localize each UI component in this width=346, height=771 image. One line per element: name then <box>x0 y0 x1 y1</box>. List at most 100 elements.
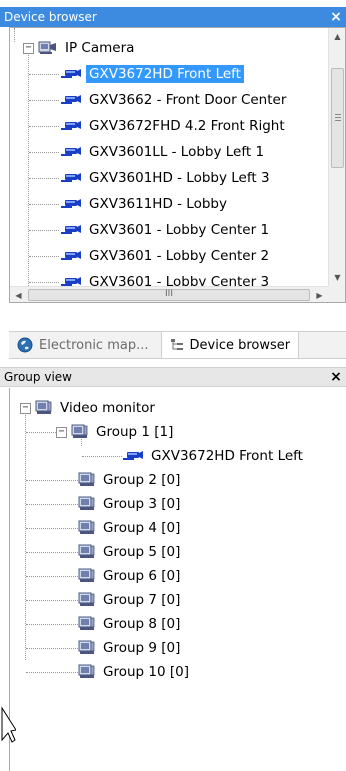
tree-node-video-monitor[interactable]: − Video monitor <box>20 396 158 420</box>
group-view-close-button[interactable]: × <box>329 370 343 384</box>
horizontal-scroll-thumb[interactable]: III <box>28 289 310 301</box>
ip-camera-icon <box>61 225 81 234</box>
group-tree: − Video monitor − Group 1 [1] GXV3672HD Fron… <box>9 388 346 771</box>
tree-node-group[interactable]: Group 8 [0] <box>78 612 183 636</box>
scrollbar-corner <box>328 286 345 302</box>
group-icon <box>78 568 95 582</box>
tree-connector <box>26 600 78 601</box>
scroll-left-arrow-icon[interactable]: ◀ <box>10 287 27 302</box>
video-monitor-icon <box>35 400 52 414</box>
tree-connector <box>26 504 78 505</box>
tree-node-group[interactable]: Group 6 [0] <box>78 564 183 588</box>
device-tree-panel: − IP Camera GXV3672HD Front Left GXV3662 - … <box>9 27 346 303</box>
tree-connector <box>26 624 78 625</box>
tree-connector <box>26 672 78 673</box>
tree-node-label: Group 8 [0] <box>103 616 181 632</box>
device-browser-titlebar: Device browser × <box>0 7 346 27</box>
tree-node-group-1[interactable]: − Group 1 [1] <box>56 420 176 444</box>
tree-connector <box>25 408 26 660</box>
camera-name: GXV3672HD Front Left <box>151 448 303 464</box>
tree-node-group[interactable]: Group 7 [0] <box>78 588 183 612</box>
tree-node-label: Group 7 [0] <box>103 592 181 608</box>
camera-name: GXV3672FHD 4.2 Front Right <box>89 118 285 134</box>
tree-connector <box>29 126 59 127</box>
group-camera-item[interactable]: GXV3672HD Front Left <box>122 444 306 468</box>
group-icon <box>78 640 95 654</box>
tree-connector <box>29 152 59 153</box>
tree-connector <box>29 230 59 231</box>
ip-camera-icon <box>61 69 81 78</box>
tree-connector <box>26 480 78 481</box>
tree-icon <box>170 339 183 350</box>
group-icon <box>78 616 95 630</box>
tree-connector <box>26 648 78 649</box>
tree-node-label: Group 4 [0] <box>103 520 181 536</box>
tree-node-label: Group 3 [0] <box>103 496 181 512</box>
camera-list-item[interactable]: GXV3601 - Lobby Center 3 <box>60 270 272 286</box>
collapse-expander-icon[interactable]: − <box>56 426 67 438</box>
camera-group-icon <box>38 41 56 54</box>
tree-node-label: Group 6 [0] <box>103 568 181 584</box>
tree-connector <box>26 528 78 529</box>
tree-node-group[interactable]: Group 9 [0] <box>78 636 183 660</box>
scroll-right-arrow-icon[interactable]: ▶ <box>311 287 328 302</box>
camera-name: GXV3601HD - Lobby Left 3 <box>89 170 270 186</box>
device-browser-close-button[interactable]: × <box>329 10 343 24</box>
ip-camera-icon <box>61 199 81 208</box>
camera-name: GXV3601 - Lobby Center 3 <box>89 274 270 286</box>
ip-camera-icon <box>61 121 81 130</box>
tree-node-group[interactable]: Group 2 [0] <box>78 468 183 492</box>
group-view-title: Group view <box>4 370 72 384</box>
device-tree-horizontal-scrollbar[interactable]: ◀ III ▶ <box>10 286 328 302</box>
tree-node-label: Group 2 [0] <box>103 472 181 488</box>
tree-node-group[interactable]: Group 4 [0] <box>78 516 183 540</box>
device-browser-title: Device browser <box>4 10 97 24</box>
panel-tab-strip: Electronic map... Device browser <box>9 331 346 359</box>
scroll-up-arrow-icon[interactable]: ▲ <box>329 28 345 45</box>
tab-device-browser[interactable]: Device browser <box>160 332 300 358</box>
tree-node-label: Group 10 [0] <box>103 664 189 680</box>
collapse-expander-icon[interactable]: − <box>20 402 31 414</box>
tree-node-label: IP Camera <box>65 40 135 56</box>
ip-camera-icon <box>61 147 81 156</box>
camera-list-item[interactable]: GXV3611HD - Lobby <box>60 192 230 216</box>
ip-camera-icon <box>61 173 81 182</box>
camera-list-item[interactable]: GXV3672FHD 4.2 Front Right <box>60 114 288 138</box>
tree-node-group[interactable]: Group 10 [0] <box>78 660 192 684</box>
camera-name: GXV3601 - Lobby Center 1 <box>89 222 270 238</box>
camera-list-item[interactable]: GXV3662 - Front Door Center <box>60 88 289 112</box>
tab-electronic-map[interactable]: Electronic map... <box>9 332 157 358</box>
tree-node-label: Group 1 [1] <box>96 424 174 440</box>
camera-list-item[interactable]: GXV3601HD - Lobby Left 3 <box>60 166 273 190</box>
ip-camera-icon <box>61 251 81 260</box>
device-tree: − IP Camera GXV3672HD Front Left GXV3662 - … <box>10 28 328 286</box>
camera-name: GXV3611HD - Lobby <box>89 196 227 212</box>
tree-node-group[interactable]: Group 3 [0] <box>78 492 183 516</box>
tree-connector <box>29 74 59 75</box>
camera-list-item[interactable]: GXV3601 - Lobby Center 2 <box>60 244 272 268</box>
tab-electronic-map-label: Electronic map... <box>39 337 149 353</box>
group-icon <box>78 496 95 510</box>
camera-list-item[interactable]: GXV3672HD Front Left <box>60 62 244 86</box>
ip-camera-icon <box>61 95 81 104</box>
tree-connector <box>82 456 122 457</box>
device-tree-vertical-scrollbar[interactable]: ▲ ▼ <box>328 28 345 286</box>
tree-node-group[interactable]: Group 5 [0] <box>78 540 183 564</box>
tree-connector <box>26 432 56 433</box>
vertical-scroll-thumb[interactable] <box>331 68 344 168</box>
tab-device-browser-label: Device browser <box>189 337 291 353</box>
camera-name: GXV3601LL - Lobby Left 1 <box>89 144 265 160</box>
camera-list-item[interactable]: GXV3601 - Lobby Center 1 <box>60 218 272 242</box>
tree-connector <box>29 282 59 283</box>
camera-list-item[interactable]: GXV3601LL - Lobby Left 1 <box>60 140 267 164</box>
camera-name: GXV3662 - Front Door Center <box>89 92 287 108</box>
tree-node-ip-camera[interactable]: − IP Camera <box>23 36 137 60</box>
group-icon <box>78 592 95 606</box>
scroll-down-arrow-icon[interactable]: ▼ <box>329 269 345 286</box>
camera-name: GXV3672HD Front Left <box>86 65 244 83</box>
tree-connector <box>28 52 29 286</box>
tree-connector <box>26 576 78 577</box>
tree-connector <box>29 178 59 179</box>
collapse-expander-icon[interactable]: − <box>23 42 34 54</box>
camera-name: GXV3601 - Lobby Center 2 <box>89 248 270 264</box>
